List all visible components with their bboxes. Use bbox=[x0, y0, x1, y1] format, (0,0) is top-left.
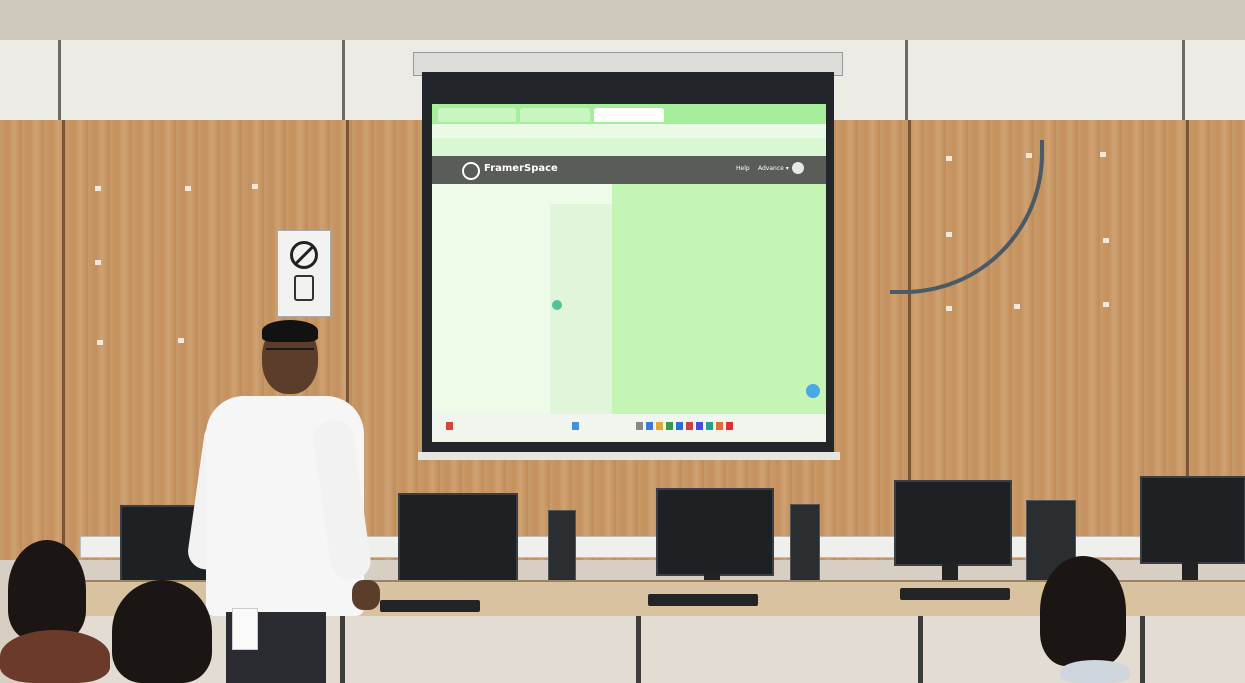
presenter-glasses bbox=[266, 348, 314, 358]
taskbar-app-icon bbox=[716, 422, 723, 430]
desk-leg bbox=[340, 616, 345, 683]
keyboard bbox=[900, 588, 1010, 600]
desk-leg bbox=[918, 616, 923, 683]
wall-panel-divider bbox=[1182, 40, 1185, 120]
keyboard bbox=[648, 594, 758, 606]
taskbar-app-icon bbox=[676, 422, 683, 430]
right-pane bbox=[612, 184, 826, 414]
avatar bbox=[792, 162, 804, 174]
wall-pin bbox=[95, 186, 101, 191]
audience-member-head bbox=[8, 540, 86, 640]
desk-leg bbox=[1140, 616, 1145, 683]
taskbar-app-icon bbox=[726, 422, 733, 430]
nav-help: Help bbox=[736, 165, 750, 172]
wall-pin bbox=[1103, 238, 1109, 243]
presenter-hair bbox=[262, 320, 318, 342]
presenter-hand bbox=[352, 580, 380, 610]
computer-monitor bbox=[894, 480, 1012, 566]
computer-monitor bbox=[1140, 476, 1245, 564]
browser-tab-strip bbox=[432, 104, 826, 124]
wall-panel-divider bbox=[58, 40, 61, 120]
audience-member-shoulder bbox=[0, 630, 110, 683]
taskbar-app-icon bbox=[706, 422, 713, 430]
audience-member-head bbox=[1040, 556, 1126, 666]
browser-tab bbox=[438, 108, 516, 122]
app-brand: FramerSpace bbox=[484, 163, 558, 174]
wood-seam bbox=[62, 120, 65, 560]
taskbar-app-icon bbox=[686, 422, 693, 430]
app-header: FramerSpace Help Advance ▾ bbox=[432, 156, 826, 184]
ceiling bbox=[0, 0, 1245, 40]
browser-tab bbox=[520, 108, 590, 122]
wall-panel-divider bbox=[905, 40, 908, 120]
computer-monitor bbox=[398, 493, 518, 583]
framerspace-logo-icon bbox=[462, 162, 480, 180]
wall-pin bbox=[95, 260, 101, 265]
chat-fab-icon bbox=[806, 384, 820, 398]
taskbar-app-icon bbox=[636, 422, 643, 430]
wall-pin bbox=[946, 306, 952, 311]
wall-pin bbox=[185, 186, 191, 191]
handheld-paper bbox=[232, 608, 258, 650]
wall-pin bbox=[1014, 304, 1020, 309]
keyboard bbox=[380, 600, 480, 612]
desk-leg bbox=[636, 616, 641, 683]
no-food-sign bbox=[277, 230, 331, 317]
wall-pin bbox=[252, 184, 258, 189]
taskbar-app-icon bbox=[646, 422, 653, 430]
taskbar-app-icon bbox=[572, 422, 579, 430]
browser-tab-active bbox=[594, 108, 664, 122]
status-dot-icon bbox=[552, 300, 562, 310]
taskbar-app-icon bbox=[656, 422, 663, 430]
no-entry-icon bbox=[290, 241, 318, 269]
wall-panel-divider bbox=[342, 40, 345, 120]
start-icon bbox=[446, 422, 453, 430]
os-taskbar bbox=[432, 414, 826, 442]
nav-advance: Advance ▾ bbox=[758, 165, 789, 172]
trash-bin-icon bbox=[294, 275, 314, 301]
wall-pin bbox=[178, 338, 184, 343]
screen-bottom-bar bbox=[418, 452, 840, 460]
bookmarks-bar bbox=[432, 138, 826, 156]
projected-browser-window: FramerSpace Help Advance ▾ bbox=[432, 104, 826, 442]
taskbar-app-icon bbox=[696, 422, 703, 430]
taskbar-app-icon bbox=[666, 422, 673, 430]
wall-pin bbox=[1100, 152, 1106, 157]
computer-monitor bbox=[656, 488, 774, 576]
wall-pin bbox=[1103, 302, 1109, 307]
audience-member-head bbox=[112, 580, 212, 683]
wall-pin bbox=[97, 340, 103, 345]
audience-member-shirt bbox=[1060, 660, 1130, 683]
browser-address-bar bbox=[432, 124, 826, 138]
